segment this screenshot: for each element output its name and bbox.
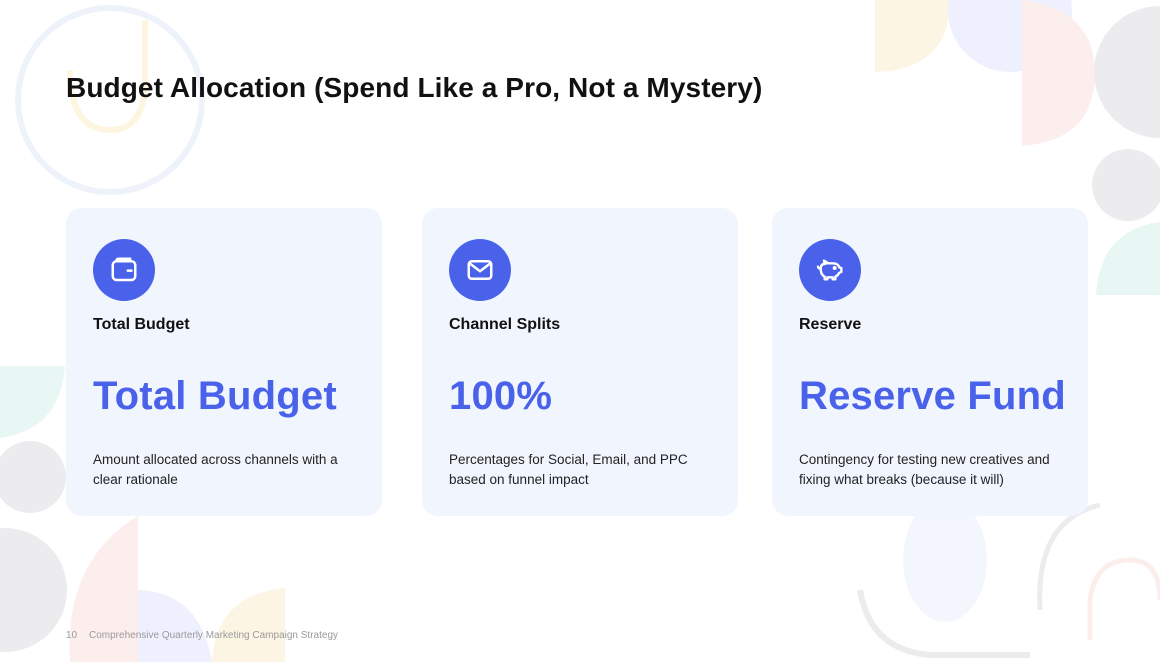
card-total-budget: Total Budget Total Budget Amount allocat…: [66, 208, 382, 516]
footer-text: Comprehensive Quarterly Marketing Campai…: [89, 630, 338, 641]
deco-ellipse-faint: [903, 498, 987, 622]
card-description: Percentages for Social, Email, and PPC b…: [449, 452, 688, 487]
card-label: Total Budget: [93, 316, 190, 333]
page-title: Budget Allocation (Spend Like a Pro, Not…: [66, 72, 763, 103]
deco-circle-grey-left: [0, 441, 66, 513]
card-value: Total Budget: [93, 374, 337, 418]
card-value: 100%: [449, 374, 553, 418]
deco-quarter-yellow: [875, 0, 950, 72]
wallet-icon: [93, 239, 155, 301]
deco-quarter-lilac-bottom: [138, 590, 212, 662]
card-label: Reserve: [799, 316, 862, 333]
card-label: Channel Splits: [449, 316, 561, 333]
deco-circle-grey-bottom-left: [0, 528, 67, 652]
page-number: 10: [66, 630, 78, 641]
card-reserve: Reserve Reserve Fund Contingency for tes…: [772, 208, 1088, 516]
deco-half-pink: [1022, 0, 1095, 146]
slide: Budget Allocation (Spend Like a Pro, Not…: [0, 0, 1160, 662]
deco-half-mint-left: [0, 366, 65, 438]
deco-quarter-yellow-bottom: [212, 588, 285, 662]
deco-arc-pink-right: [1087, 557, 1160, 640]
piggy-bank-icon: [799, 239, 861, 301]
mail-icon: [449, 239, 511, 301]
card-description: Contingency for testing new creatives an…: [799, 452, 1050, 487]
deco-quarter-mint: [1096, 222, 1160, 295]
deco-circle-grey-mid: [1092, 149, 1160, 221]
deco-circle-grey-top: [1094, 6, 1160, 138]
card-description: Amount allocated across channels with a …: [93, 452, 338, 487]
card-channel-splits: Channel Splits 100% Percentages for Soci…: [422, 208, 738, 516]
card-value: Reserve Fund: [799, 374, 1066, 418]
